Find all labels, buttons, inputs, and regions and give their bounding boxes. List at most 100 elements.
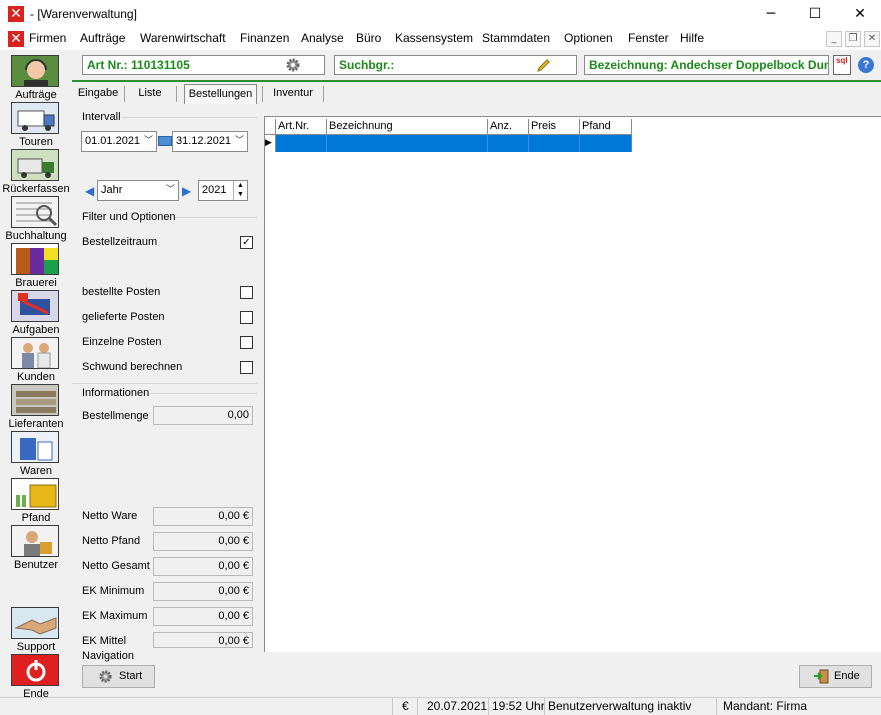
menu-analyse[interactable]: Analyse [301, 31, 344, 45]
left-nav: Aufträge Touren Rückerfassen Buchhaltung… [0, 52, 72, 700]
truck-icon [11, 102, 59, 134]
minimize-button[interactable]: ─ [748, 0, 794, 28]
menu-finanzen[interactable]: Finanzen [240, 31, 289, 45]
nav-support[interactable]: Support [0, 607, 72, 653]
bezeichnung-field[interactable]: Bezeichnung: Andechser Doppelbock Dunkel [584, 55, 829, 75]
warehouse-icon [11, 384, 59, 416]
column-header-anz[interactable]: Anz. [488, 119, 529, 135]
intervall-label: Intervall [82, 111, 121, 123]
info-label: EK Maximum [82, 610, 148, 622]
grid-cell[interactable] [580, 135, 632, 152]
nav-waren[interactable]: Waren [0, 431, 72, 477]
option-label: gelieferte Posten [82, 311, 165, 323]
year-spinner[interactable]: 2021 ▲ ▼ [198, 180, 248, 201]
next-period-icon[interactable]: ▶ [182, 184, 191, 198]
netto-pfand-value: 0,00 € [153, 532, 253, 551]
nav-touren[interactable]: Touren [0, 102, 72, 148]
nav-pfand[interactable]: Pfand [0, 478, 72, 524]
bestellzeitraum-checkbox[interactable]: ✓ [240, 236, 253, 249]
tab-liste[interactable]: Liste [130, 84, 170, 104]
date-from-picker[interactable]: 01.01.2021 ﹀ [81, 131, 157, 152]
status-separator [544, 698, 545, 715]
period-select[interactable]: Jahr ﹀ [97, 180, 179, 201]
tab-eingabe[interactable]: Eingabe [76, 84, 120, 104]
header-separator [72, 80, 881, 82]
goods-icon [11, 431, 59, 463]
gelieferte-posten-checkbox[interactable] [240, 311, 253, 324]
nav-ende[interactable]: Ende [0, 654, 72, 700]
tab-separator [124, 86, 125, 102]
column-header-preis[interactable]: Preis [529, 119, 580, 135]
chevron-down-icon: ﹀ [143, 136, 153, 146]
grid-cell[interactable] [276, 135, 327, 152]
status-date: 20.07.2021 [427, 699, 488, 713]
app-logo-icon[interactable]: ✕ [8, 6, 24, 22]
tab-separator [323, 86, 324, 102]
menu-fenster[interactable]: Fenster [628, 31, 669, 45]
bestellte-posten-checkbox[interactable] [240, 286, 253, 299]
tab-inventur[interactable]: Inventur [268, 84, 318, 104]
einzelne-posten-checkbox[interactable] [240, 336, 253, 349]
menu-stammdaten[interactable]: Stammdaten [482, 31, 550, 45]
group-divider [175, 217, 257, 218]
menu-buero[interactable]: Büro [356, 31, 381, 45]
menu-auftraege[interactable]: Aufträge [80, 31, 125, 45]
info-label: EK Minimum [82, 585, 145, 597]
date-to-picker[interactable]: 31.12.2021 ﹀ [172, 131, 248, 152]
schwund-berechnen-checkbox[interactable] [240, 361, 253, 374]
headset-person-icon [11, 55, 59, 87]
menu-hilfe[interactable]: Hilfe [680, 31, 704, 45]
maximize-button[interactable]: ☐ [792, 0, 838, 28]
nav-kunden[interactable]: Kunden [0, 337, 72, 383]
informationen-label: Informationen [82, 387, 150, 399]
ek-maximum-value: 0,00 € [153, 607, 253, 626]
column-header-artnr[interactable]: Art.Nr. [276, 119, 327, 135]
nav-rueckerfassen[interactable]: Rückerfassen [0, 149, 72, 195]
previous-period-icon[interactable]: ◀ [85, 184, 94, 198]
group-divider [150, 393, 257, 394]
info-label: Netto Pfand [82, 535, 141, 547]
grid-cell[interactable] [327, 135, 488, 152]
nav-buchhaltung[interactable]: Buchhaltung [0, 196, 72, 242]
option-label: bestellte Posten [82, 286, 161, 298]
title-bar: ✕ - [Warenverwaltung] ─ ☐ ✕ [0, 0, 881, 28]
group-divider [122, 117, 257, 118]
orders-grid[interactable] [264, 116, 881, 652]
nav-brauerei[interactable]: Brauerei [0, 243, 72, 289]
nav-benutzer[interactable]: Benutzer [0, 525, 72, 571]
nav-aufgaben[interactable]: Aufgaben [0, 290, 72, 336]
help-icon[interactable]: ? [858, 57, 874, 73]
pencil-icon[interactable] [536, 57, 552, 73]
group-divider [72, 383, 258, 384]
ek-minimum-value: 0,00 € [153, 582, 253, 601]
bestellmenge-value: 0,00 [153, 406, 253, 425]
mdi-restore-button[interactable]: ❐ [845, 31, 861, 47]
menu-optionen[interactable]: Optionen [564, 31, 613, 45]
close-button[interactable]: ✕ [837, 0, 881, 28]
grid-cell[interactable] [488, 135, 529, 152]
grid-corner [265, 119, 276, 135]
sql-export-icon[interactable]: sql [833, 55, 851, 75]
crates-icon [11, 478, 59, 510]
nav-auftraege[interactable]: Aufträge [0, 55, 72, 101]
mdi-close-button[interactable]: ✕ [864, 31, 880, 47]
menu-kassensystem[interactable]: Kassensystem [395, 31, 473, 45]
mdi-minimize-button[interactable]: _ [826, 31, 842, 47]
menu-warenwirtschaft[interactable]: Warenwirtschaft [140, 31, 226, 45]
status-time: 19:52 Uhr [492, 699, 545, 713]
bestellmenge-label: Bestellmenge [82, 410, 149, 422]
menu-bar: ✕ Firmen Aufträge Warenwirtschaft Finanz… [0, 28, 881, 50]
return-truck-icon [11, 149, 59, 181]
menu-firmen[interactable]: Firmen [29, 31, 66, 45]
spinner-arrows-icon[interactable]: ▲ ▼ [233, 181, 247, 200]
column-header-bezeichnung[interactable]: Bezeichnung [327, 119, 488, 135]
nav-lieferanten[interactable]: Lieferanten [0, 384, 72, 430]
info-label: Netto Ware [82, 510, 138, 522]
tab-bestellungen[interactable]: Bestellungen [184, 84, 257, 104]
column-header-pfand[interactable]: Pfand [580, 119, 632, 135]
mdi-app-icon[interactable]: ✕ [8, 31, 24, 47]
start-button[interactable]: Start [82, 665, 155, 688]
grid-cell[interactable] [529, 135, 580, 152]
gear-icon[interactable] [285, 57, 301, 73]
ende-button[interactable]: Ende [799, 665, 872, 688]
